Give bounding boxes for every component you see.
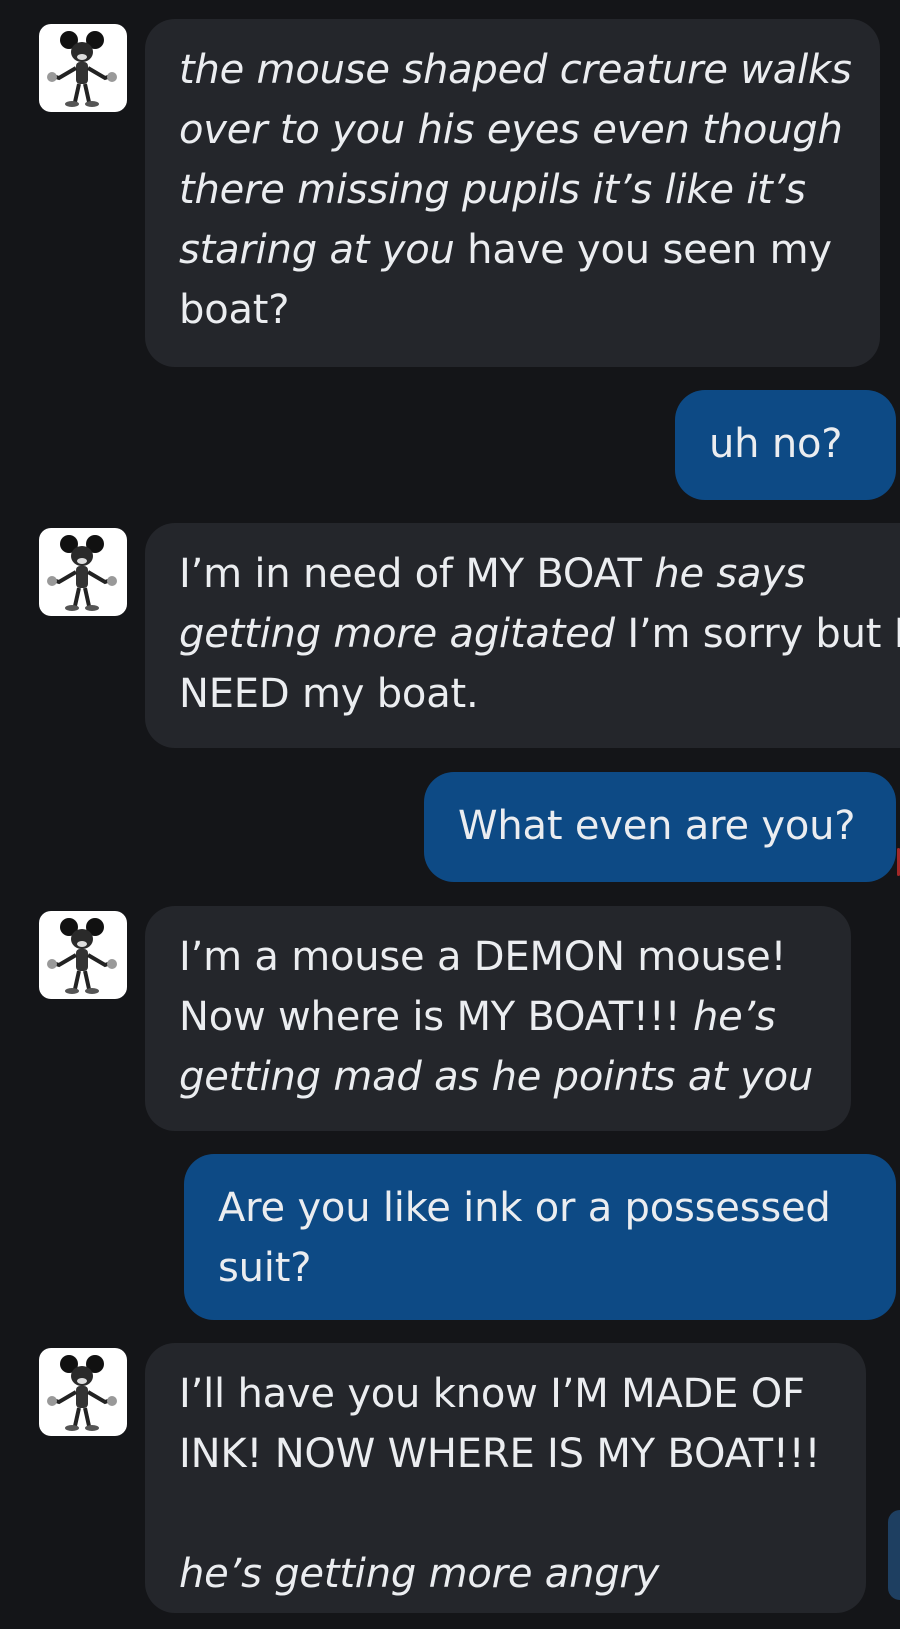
scroll-to-bottom-button[interactable] xyxy=(888,1510,900,1600)
mouse-figure-icon xyxy=(47,1355,117,1431)
mouse-character-avatar-icon[interactable] xyxy=(39,911,127,999)
message-text: staring at you xyxy=(179,227,455,273)
user-message-bubble: uh no? xyxy=(675,390,896,500)
message-text: INK! NOW WHERE IS MY BOAT!!! xyxy=(179,1431,821,1477)
bot-message-bubble: the mouse shaped creature walks over to … xyxy=(145,19,880,367)
message-text: I’m sorry but I xyxy=(614,611,900,657)
message-text: NEED my boat. xyxy=(179,671,479,717)
mouse-figure-icon xyxy=(47,535,117,611)
message-text: he’s getting more angry xyxy=(179,1551,660,1597)
bot-message-bubble: I’m a mouse a DEMON mouse! Now where is … xyxy=(145,906,851,1131)
mouse-figure-icon xyxy=(47,918,117,994)
user-message-bubble: Are you like ink or a possessed suit? xyxy=(184,1154,896,1320)
message-text: I’m in need of MY BOAT xyxy=(179,551,655,597)
message-text: there missing pupils it’s like it’s xyxy=(179,167,806,213)
bot-message-bubble: I’ll have you know I’M MADE OF INK! NOW … xyxy=(145,1343,866,1613)
message-text: the mouse shaped creature walks xyxy=(179,47,852,93)
message-text: uh no? xyxy=(709,421,843,467)
bot-message-bubble: I’m in need of MY BOAT he says getting m… xyxy=(145,523,900,748)
message-text: Are you like ink or a possessed xyxy=(218,1185,831,1231)
message-text: getting more agitated xyxy=(179,611,615,657)
message-text: he says xyxy=(654,551,806,597)
message-text: I’m a mouse a DEMON mouse! xyxy=(179,934,787,980)
message-text: What even are you? xyxy=(458,803,856,849)
user-message-bubble: What even are you? xyxy=(424,772,896,882)
message-text: Now where is MY BOAT!!! xyxy=(179,994,693,1040)
message-text: boat? xyxy=(179,287,290,333)
mouse-character-avatar-icon[interactable] xyxy=(39,528,127,616)
message-text: he’s xyxy=(692,994,776,1040)
mouse-figure-icon xyxy=(47,31,117,107)
message-text: have you seen my xyxy=(454,227,832,273)
message-text: over to you his eyes even though xyxy=(179,107,843,153)
message-text: getting mad as he points at you xyxy=(179,1054,814,1100)
message-text: I’ll have you know I’M MADE OF xyxy=(179,1371,805,1417)
mouse-character-avatar-icon[interactable] xyxy=(39,24,127,112)
message-text: suit? xyxy=(218,1245,312,1291)
mouse-character-avatar-icon[interactable] xyxy=(39,1348,127,1436)
